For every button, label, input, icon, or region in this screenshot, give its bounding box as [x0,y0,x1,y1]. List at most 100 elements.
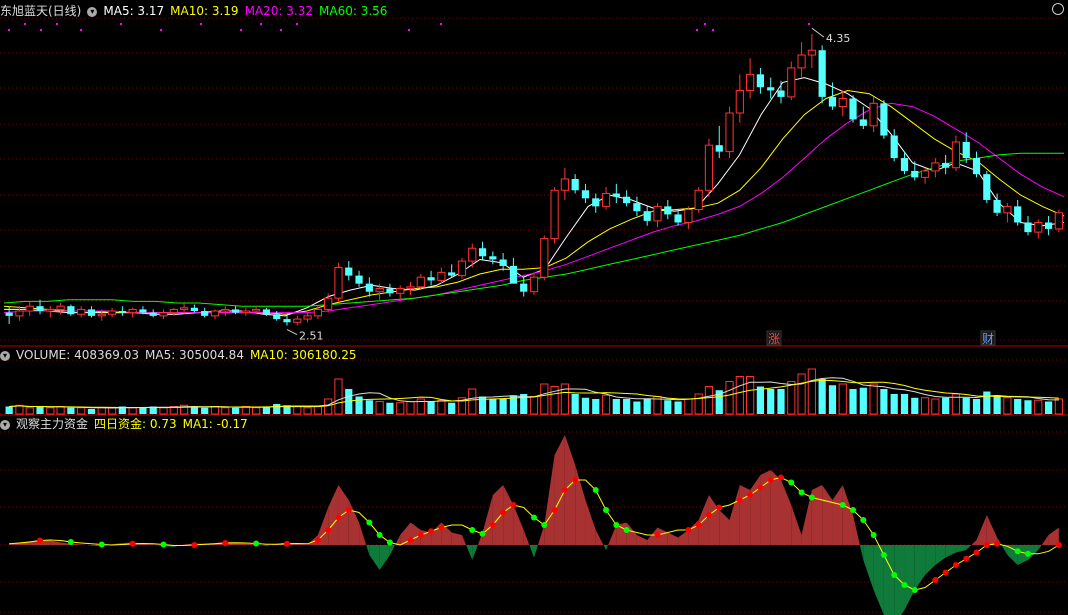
candle-body [457,260,467,277]
volume-bar [293,406,302,415]
candle-body [911,170,919,178]
candle-body [951,141,961,169]
volume-bar [601,394,611,415]
chevron-down-icon[interactable]: ▾ [87,6,98,17]
volume-bar [674,401,682,414]
tag-rise-text: 涨 [768,331,780,346]
volume-bar [201,407,209,414]
flow-area [1038,545,1042,550]
ma60-label: MA60: 3.56 [319,4,388,18]
candle-body [345,267,353,276]
candle [1044,216,1053,236]
flow-dot [366,519,373,526]
flow-dot [777,474,784,481]
volume-bar [375,401,384,415]
candle-body [880,103,888,136]
volume-bar [838,383,847,415]
ma10-label: MA10: 3.19 [170,4,239,18]
volume-bar [983,391,991,414]
flow-area [842,485,854,545]
volume-bar [128,407,137,415]
flow-dot [479,530,486,537]
candle-body [478,248,487,257]
candle [694,187,703,213]
candle-body [787,67,796,98]
flow-dot [314,537,321,543]
circle-icon[interactable] [1052,3,1064,15]
candle [560,167,569,200]
candle [36,299,44,315]
flow-dot [222,540,229,546]
stock-chart[interactable]: 4.35 2.51 涨 财 [0,0,1068,615]
flow-area [863,545,874,590]
volume-bar [468,388,477,415]
candle-body [77,308,86,315]
volume-bar [25,407,34,415]
candle-body [375,287,384,293]
candle-body [725,112,734,153]
volume-bar [386,402,394,414]
candlestick-panel[interactable]: 4.35 2.51 涨 财 [3,23,1065,346]
marker-dot [56,23,58,25]
volume-bar [499,399,507,414]
flow-dot [561,487,568,493]
candle-body [540,238,549,278]
volume-bar [623,399,631,414]
volume-bar [67,407,75,414]
flow-area [529,545,534,558]
volume-bar [437,399,446,415]
candle [623,190,631,207]
flow-dot [37,537,44,544]
volume-bar [962,397,970,414]
candle-body [942,162,950,168]
volume-bar [581,397,590,414]
flow-dot [705,512,712,518]
flow-area [832,485,843,545]
volume-bar [273,404,281,414]
volume-legend: ▾ VOLUME: 408369.03 MA5: 305004.84 MA10: 30… [0,347,363,363]
candle [1024,216,1032,236]
candle [406,282,415,295]
flow-dot [767,477,774,483]
flow-area [729,485,740,545]
candle-body [437,271,446,281]
chevron-down-icon[interactable]: ▾ [0,350,10,361]
candle-body [1054,212,1063,230]
flow-area [389,545,396,555]
candle-body [715,145,723,152]
flow-area [636,535,648,545]
candle-body [386,288,394,294]
flow-area [523,530,530,545]
candle [77,306,86,318]
flow-dot [603,507,610,513]
candle [849,95,857,123]
candle-body [756,74,765,88]
candle-body [684,209,693,223]
volume-bar [303,407,312,415]
candle [15,306,24,321]
flow-dot [932,577,939,583]
candle-body [201,311,209,316]
candle-body [241,310,250,314]
candle-body [118,311,126,313]
volume-bar [15,404,24,415]
flow-dot [510,502,517,508]
flow-series-label: 四日资金 [94,417,143,431]
volume-bar [807,368,816,415]
flow-dot [685,527,692,533]
capital-flow-panel[interactable] [9,435,1062,615]
flow-dot [839,502,846,508]
candle [1054,209,1063,233]
volume-panel[interactable] [5,368,1063,415]
volume-label: VOLUME: 408369.03 [16,348,139,362]
candle [149,309,157,318]
volume-bar [787,381,796,415]
candle [489,251,497,265]
high-pointer [811,27,825,38]
chevron-down-icon[interactable]: ▾ [0,419,10,430]
candle-body [396,287,405,294]
tag-fin: 财 [980,330,996,346]
candle [221,306,230,316]
flow-area [348,500,360,545]
candle-body [920,170,930,178]
